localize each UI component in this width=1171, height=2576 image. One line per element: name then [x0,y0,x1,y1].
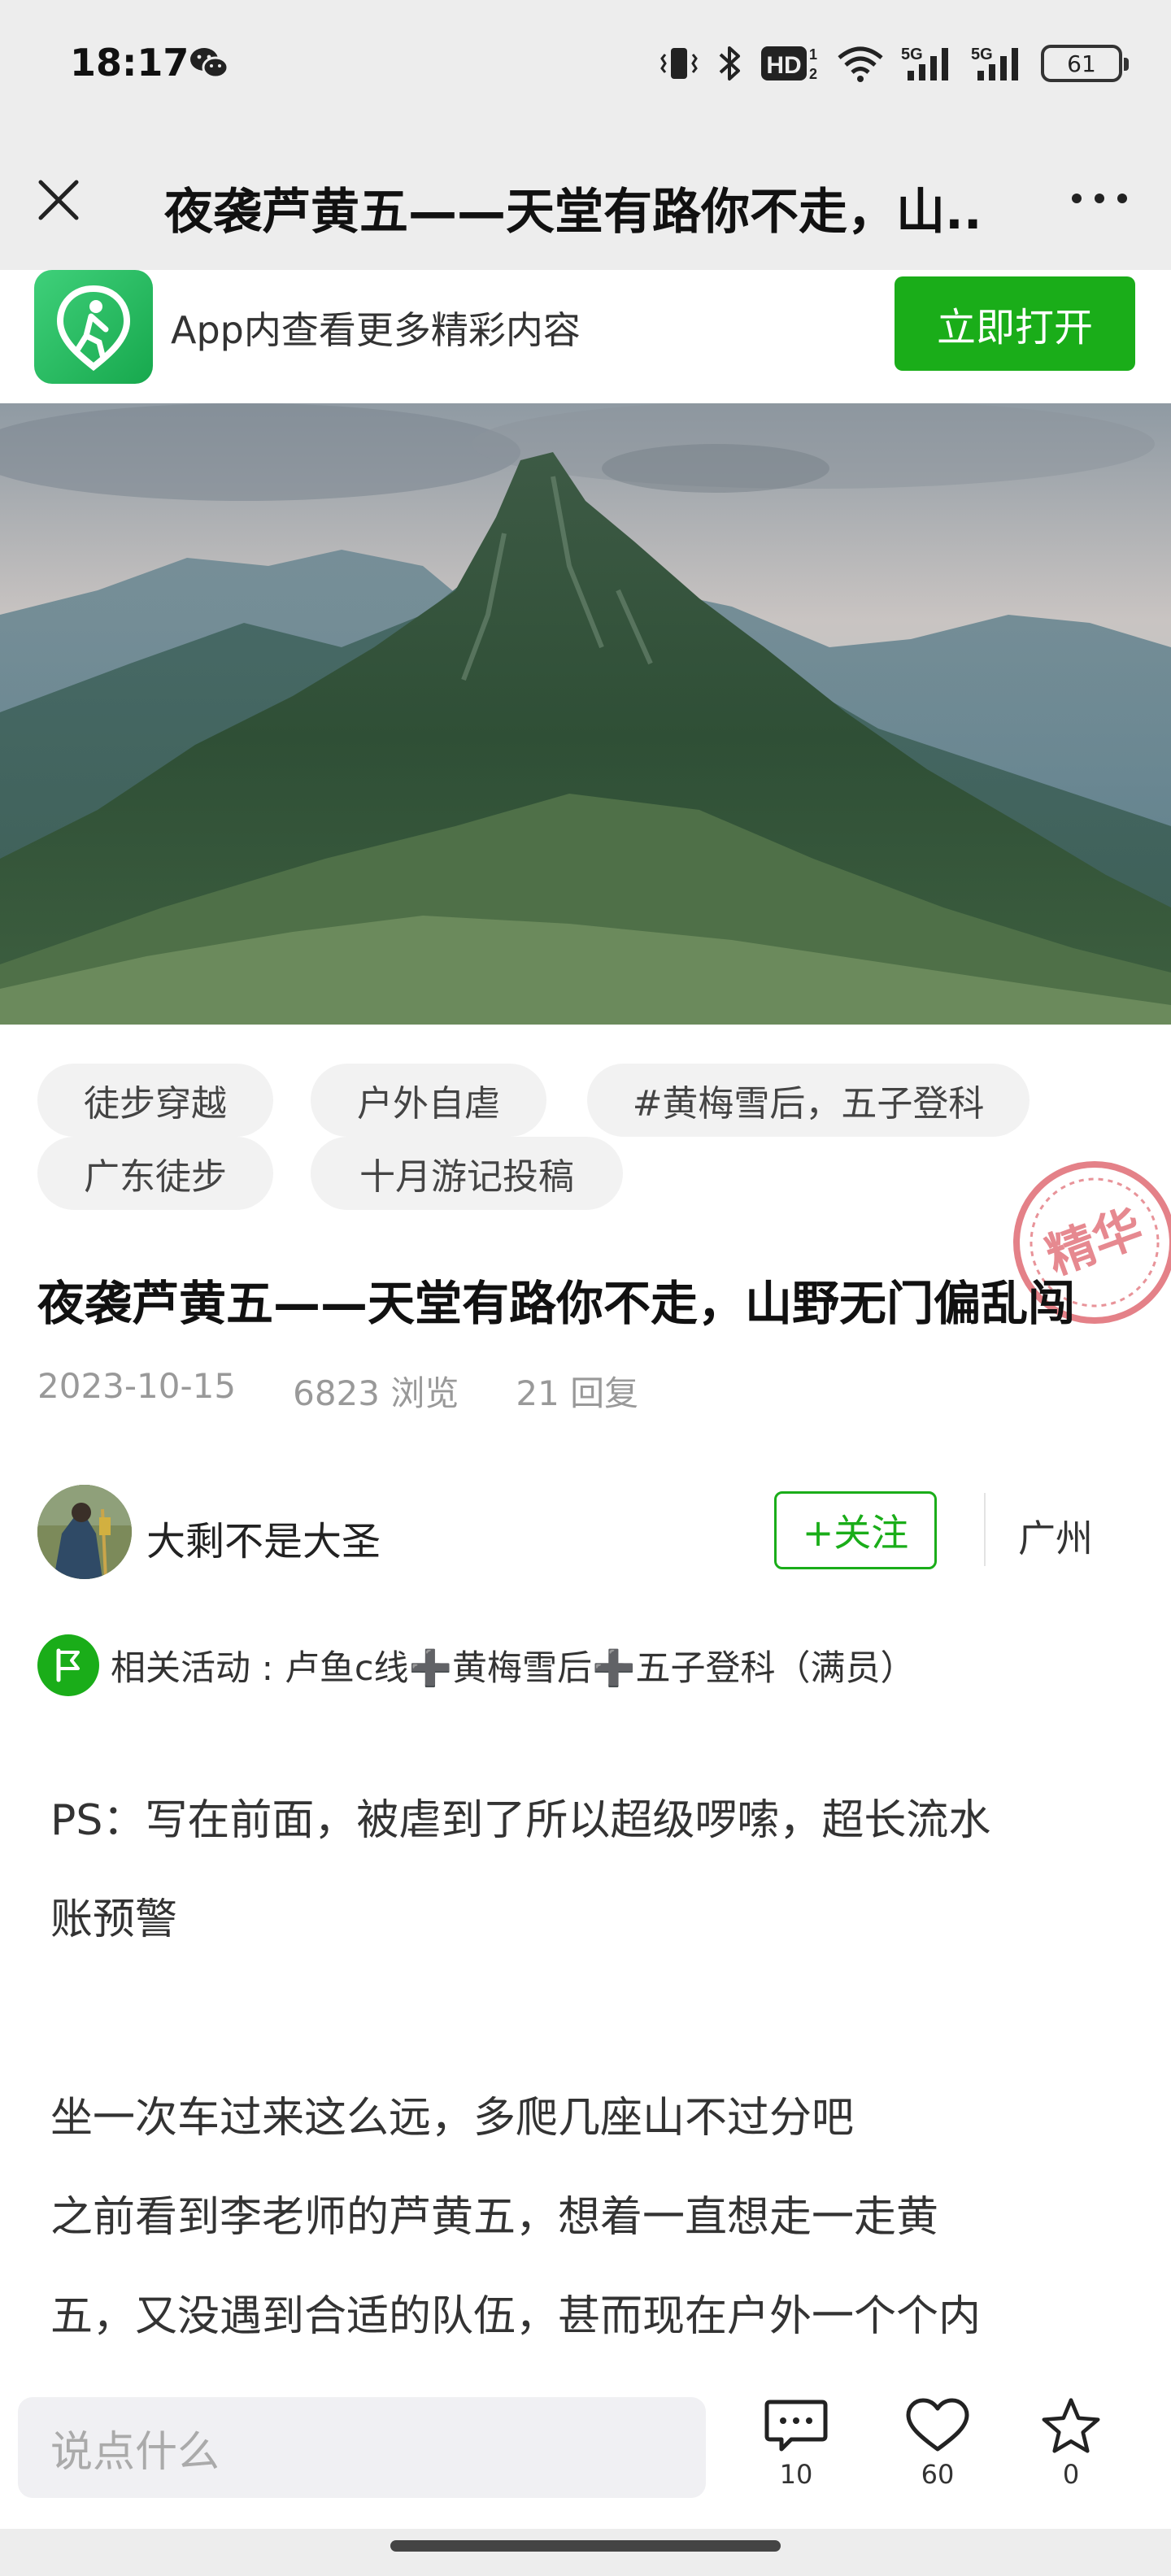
wechat-icon [190,48,229,79]
related-activity-text: 相关活动 : 卢鱼c线➕黄梅雪后➕五子登科（满员） [111,1648,916,1689]
nav-bar: 夜袭芦黄五——天堂有路你不走，山... [0,130,1171,270]
follow-button[interactable]: +关注 [774,1491,937,1569]
hiker-logo-icon [56,285,131,372]
tag-chip[interactable]: 户外自虐 [311,1064,546,1137]
body-line: 五，又没遇到合适的队伍，甚而现在户外一个个内 [50,2292,982,2341]
svg-text:2: 2 [809,66,817,82]
author-row: 大剩不是大圣 +关注 广州 [37,1485,1135,1579]
tag-chip[interactable]: 广东徒步 [37,1137,273,1210]
close-icon[interactable] [34,176,83,224]
svg-text:HD: HD [766,52,801,79]
body-line: 之前看到李老师的芦黄五，想着一直想走一走黄 [50,2193,939,2242]
more-icon[interactable] [1067,182,1132,215]
tag-chip[interactable]: 徒步穿越 [37,1064,273,1137]
battery-indicator: 61 [1041,45,1129,82]
author-name[interactable]: 大剩不是大圣 [146,1509,381,1566]
tag-chip[interactable]: #黄梅雪后，五子登科 [587,1064,1030,1137]
post-meta: 2023-10-15 6823 浏览 21 回复 [37,1366,638,1416]
hd-icon: HD 1 2 [761,46,817,82]
comment-button[interactable]: 10 [751,2397,841,2490]
body-line: 账预警 [50,1895,178,1944]
flag-icon [37,1634,99,1696]
status-bar: 18:17 HD 1 2 5G 5G 61 [0,0,1171,130]
body-line: PS：写在前面，被虐到了所以超级啰嗦，超长流水 [50,1796,991,1845]
author-city: 广州 [1018,1516,1093,1560]
comment-count: 10 [779,2459,813,2490]
system-nav-area [0,2529,1171,2576]
app-logo [34,270,153,384]
post-title: 夜袭芦黄五——天堂有路你不走，山野无门偏乱闯 [37,1276,1076,1331]
app-banner-text: App内查看更多精彩内容 [171,308,581,352]
comment-input[interactable]: 说点什么 [18,2397,706,2498]
hero-image [0,403,1171,1025]
favorite-count: 0 [1062,2459,1080,2490]
like-button[interactable]: 60 [893,2397,982,2490]
avatar[interactable] [37,1485,132,1579]
bottom-action-bar: 说点什么 10 60 0 [0,2374,1171,2529]
svg-text:5G: 5G [971,46,993,63]
post-date: 2023-10-15 [37,1366,237,1406]
app-download-banner: App内查看更多精彩内容 立即打开 [0,270,1171,403]
svg-text:5G: 5G [901,46,923,63]
bluetooth-icon [719,46,740,80]
heart-icon [906,2398,969,2452]
comment-icon [764,2400,828,2452]
page-title: 夜袭芦黄五——天堂有路你不走，山... [164,184,977,241]
tag-chip[interactable]: 十月游记投稿 [311,1137,623,1210]
vibrate-icon [660,48,698,79]
favorite-button[interactable]: 0 [1026,2397,1116,2490]
svg-text:1: 1 [809,46,817,63]
wifi-icon [838,46,883,82]
status-time: 18:17 [70,41,189,85]
divider [984,1493,986,1566]
view-count: 6823 浏览 [293,1373,459,1413]
signal-5g-icon: 5G [901,46,948,80]
star-icon [1042,2398,1100,2453]
related-activity[interactable]: 相关活动 : 卢鱼c线➕黄梅雪后➕五子登科（满员） [37,1634,916,1696]
battery-level: 61 [1067,50,1096,77]
open-app-button[interactable]: 立即打开 [895,276,1135,371]
home-indicator[interactable] [390,2540,781,2552]
signal-5g-icon: 5G [971,46,1018,80]
like-count: 60 [921,2459,955,2490]
reply-count: 21 回复 [516,1373,639,1413]
body-line: 坐一次车过来这么远，多爬几座山不过分吧 [50,2094,855,2143]
